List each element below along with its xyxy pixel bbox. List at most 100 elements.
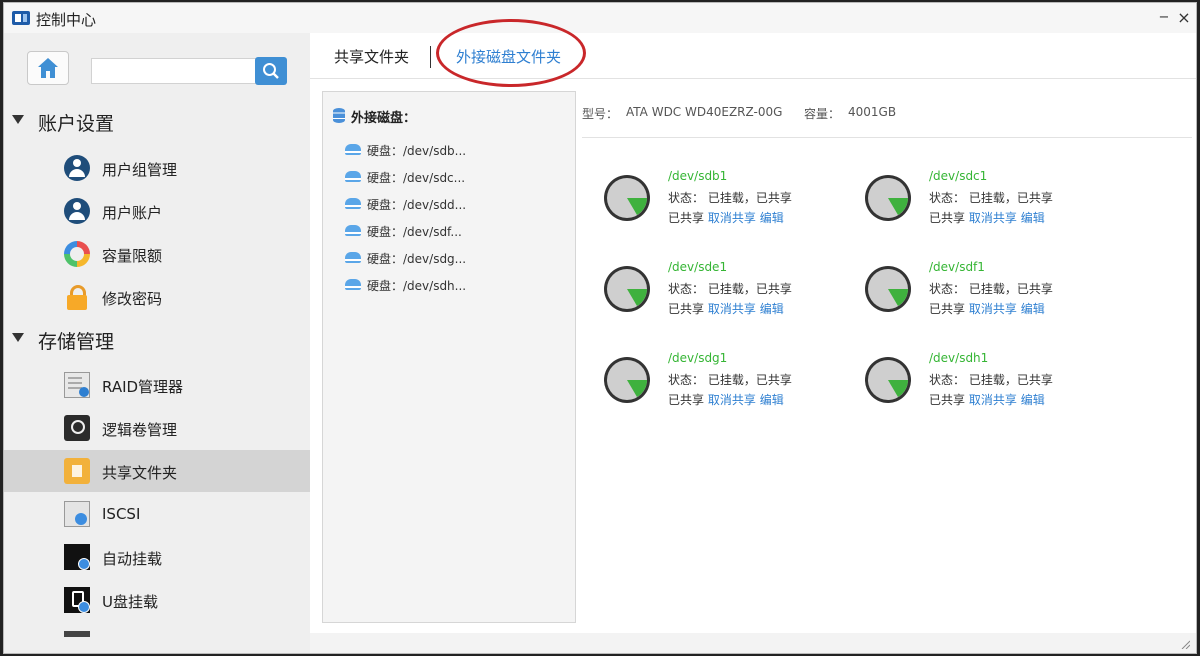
partition-pie-icon	[602, 355, 652, 405]
search-button[interactable]	[255, 57, 287, 85]
partition-card: /dev/sdc1 状态： 已挂载，已共享 已共享 取消共享 编辑	[863, 173, 1103, 235]
auto-mount-icon	[64, 544, 90, 570]
shared-label: 已共享	[929, 302, 965, 316]
sidebar-item-label: 自动挂载	[102, 548, 162, 569]
partition-card: /dev/sde1 状态： 已挂载，已共享 已共享 取消共享 编辑	[602, 264, 842, 326]
tree-item-disk[interactable]: 硬盘：/dev/sdg...	[343, 247, 573, 269]
hard-disk-icon	[345, 144, 361, 155]
capacity-label: 容量：	[804, 105, 840, 122]
database-icon	[333, 108, 345, 123]
tree-item-label: 硬盘：/dev/sdg...	[367, 250, 466, 267]
cancel-share-link[interactable]: 取消共享	[969, 302, 1017, 316]
sidebar-item-user-group[interactable]: 用户组管理	[4, 147, 310, 189]
partition-pie-icon	[863, 355, 913, 405]
disk-info: 型号： ATA WDC WD40EZRZ-00G 容量： 4001GB	[582, 105, 1192, 125]
control-center-window: 控制中心 − × 账户设置 用户组管理 用户账户	[3, 2, 1197, 654]
lvm-icon	[64, 415, 90, 441]
tree-item-disk[interactable]: 硬盘：/dev/sdh...	[343, 274, 573, 296]
cancel-share-link[interactable]: 取消共享	[708, 393, 756, 407]
partition-actions: 已共享 取消共享 编辑	[929, 209, 1045, 226]
tree-item-label: 硬盘：/dev/sdc...	[367, 169, 465, 186]
sidebar-item-label: 用户账户	[102, 202, 162, 223]
partial-nav-icon	[64, 631, 90, 637]
tree-item-disk[interactable]: 硬盘：/dev/sdb...	[343, 139, 573, 161]
expand-arrow-icon	[12, 333, 24, 342]
sidebar-item-label: 用户组管理	[102, 159, 177, 180]
edit-link[interactable]: 编辑	[760, 302, 784, 316]
partition-status: 状态： 已挂载，已共享	[929, 371, 1053, 388]
partition-name: /dev/sdc1	[929, 169, 987, 183]
sidebar-item-lvm[interactable]: 逻辑卷管理	[4, 407, 310, 449]
tab-shared-folder[interactable]: 共享文件夹	[334, 46, 409, 67]
partition-actions: 已共享 取消共享 编辑	[929, 391, 1045, 408]
sidebar-item-raid-manager[interactable]: RAID管理器	[4, 364, 310, 406]
edit-link[interactable]: 编辑	[1021, 393, 1045, 407]
user-icon	[64, 198, 90, 224]
sidebar-item-shared-folder[interactable]: 共享文件夹	[4, 450, 310, 492]
tab-bar: 共享文件夹 外接磁盘文件夹	[310, 33, 1197, 79]
tree-item-label: 硬盘：/dev/sdd...	[367, 196, 466, 213]
sidebar-item-quota[interactable]: 容量限额	[4, 233, 310, 275]
sidebar-item-label: 共享文件夹	[102, 462, 177, 483]
shared-label: 已共享	[668, 302, 704, 316]
partition-status: 状态： 已挂载，已共享	[668, 371, 792, 388]
sidebar-item-label: U盘挂载	[102, 591, 158, 612]
partition-name: /dev/sdb1	[668, 169, 727, 183]
minimize-button[interactable]: −	[1156, 10, 1172, 26]
shared-label: 已共享	[929, 211, 965, 225]
sidebar-item-usb-mount[interactable]: U盘挂载	[4, 579, 310, 621]
cancel-share-link[interactable]: 取消共享	[708, 302, 756, 316]
group-label: 账户设置	[38, 109, 114, 136]
search-input[interactable]	[91, 58, 257, 84]
sidebar-item-user-account[interactable]: 用户账户	[4, 190, 310, 232]
divider	[582, 137, 1192, 138]
home-button[interactable]	[27, 51, 69, 85]
partition-status: 状态： 已挂载，已共享	[668, 280, 792, 297]
iscsi-icon	[64, 501, 90, 527]
user-group-icon	[64, 155, 90, 181]
sidebar-item-change-password[interactable]: 修改密码	[4, 276, 310, 318]
edit-link[interactable]: 编辑	[1021, 302, 1045, 316]
partition-status: 状态： 已挂载，已共享	[668, 189, 792, 206]
edit-link[interactable]: 编辑	[1021, 211, 1045, 225]
resize-grip-icon[interactable]	[1180, 639, 1190, 649]
partition-status: 状态： 已挂载，已共享	[929, 280, 1053, 297]
sidebar-item-auto-mount[interactable]: 自动挂载	[4, 536, 310, 578]
group-label: 存储管理	[38, 327, 114, 354]
sidebar-item-iscsi[interactable]: ISCSI	[4, 493, 310, 535]
partition-pie-icon	[863, 173, 913, 223]
cancel-share-link[interactable]: 取消共享	[969, 211, 1017, 225]
tree-item-label: 硬盘：/dev/sdb...	[367, 142, 466, 159]
close-button[interactable]: ×	[1176, 10, 1192, 26]
tree-item-label: 硬盘：/dev/sdh...	[367, 277, 466, 294]
group-storage-management[interactable]: 存储管理	[4, 325, 310, 355]
quota-icon	[64, 241, 90, 267]
app-logo-icon	[12, 11, 30, 25]
tree-item-disk[interactable]: 硬盘：/dev/sdc...	[343, 166, 573, 188]
cancel-share-link[interactable]: 取消共享	[969, 393, 1017, 407]
partition-pie-icon	[602, 173, 652, 223]
main-panel: 共享文件夹 外接磁盘文件夹 外接磁盘： 硬盘：/dev/sdb... 硬盘：/d…	[310, 33, 1197, 633]
partition-pie-icon	[602, 264, 652, 314]
sidebar-item-label: 容量限额	[102, 245, 162, 266]
raid-icon	[64, 372, 90, 398]
tab-separator	[430, 46, 431, 68]
shared-folder-icon	[64, 458, 90, 484]
lock-icon	[64, 284, 90, 310]
tree-item-disk[interactable]: 硬盘：/dev/sdd...	[343, 193, 573, 215]
partition-actions: 已共享 取消共享 编辑	[929, 300, 1045, 317]
shared-label: 已共享	[668, 211, 704, 225]
capacity-value: 4001GB	[848, 105, 896, 119]
edit-link[interactable]: 编辑	[760, 393, 784, 407]
tree-item-disk[interactable]: 硬盘：/dev/sdf...	[343, 220, 573, 242]
partition-name: /dev/sdf1	[929, 260, 985, 274]
edit-link[interactable]: 编辑	[760, 211, 784, 225]
hard-disk-icon	[345, 225, 361, 236]
hard-disk-icon	[345, 279, 361, 290]
partition-name: /dev/sdh1	[929, 351, 988, 365]
cancel-share-link[interactable]: 取消共享	[708, 211, 756, 225]
partition-actions: 已共享 取消共享 编辑	[668, 209, 784, 226]
partition-pie-icon	[863, 264, 913, 314]
tree-header: 外接磁盘：	[351, 107, 416, 126]
group-account-settings[interactable]: 账户设置	[4, 107, 310, 137]
